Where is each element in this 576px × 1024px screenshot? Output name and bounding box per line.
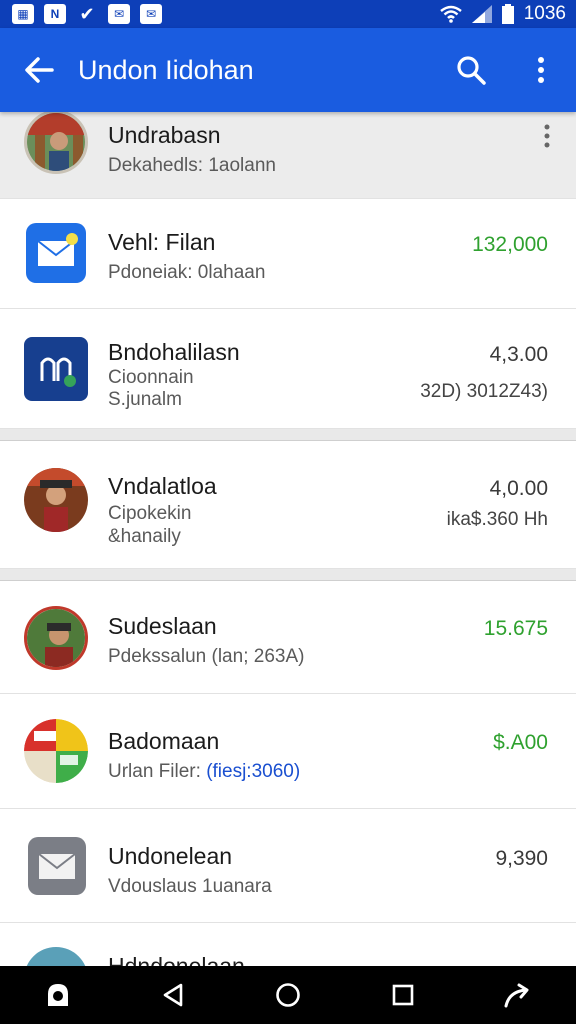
bank-app-icon bbox=[24, 337, 88, 401]
qr-icon: ▦ bbox=[12, 4, 34, 24]
page-title: Undon Iidohan bbox=[78, 54, 254, 85]
list-item[interactable]: Sudeslaan Pdekssalun (lan; 263A) 15.675 bbox=[0, 581, 576, 694]
item-subtitle: Vdouslaus 1uanara bbox=[108, 876, 272, 897]
item-amount: 4,3.00 bbox=[489, 343, 548, 366]
avatar bbox=[24, 947, 88, 966]
n-icon: N bbox=[44, 4, 66, 24]
item-amount: 132,000 bbox=[472, 233, 548, 256]
search-icon bbox=[457, 56, 486, 85]
section-divider bbox=[0, 429, 576, 441]
transaction-list: Undrabasn Dekahedls: 1aolann Vehl: Filan… bbox=[0, 112, 576, 966]
list-item[interactable]: Undrabasn Dekahedls: 1aolann bbox=[0, 112, 576, 199]
app-bar: Undon Iidohan bbox=[0, 28, 576, 112]
item-subtitle: Pdekssalun (lan; 263A) bbox=[108, 646, 305, 667]
search-button[interactable] bbox=[436, 55, 506, 85]
item-title: Vehl: Filan bbox=[108, 229, 216, 255]
avatar bbox=[24, 606, 88, 670]
arrow-back-icon bbox=[25, 57, 54, 83]
section-divider bbox=[0, 569, 576, 581]
item-subtitle-line2: S.junalm bbox=[108, 389, 182, 410]
list-item[interactable]: Undonelean Vdouslaus 1uanara 9,390 bbox=[0, 809, 576, 923]
list-item[interactable]: Vehl: Filan Pdoneiak: 0lahaan 132,000 bbox=[0, 199, 576, 309]
chart-app-icon bbox=[24, 719, 88, 783]
item-title: Vndalatloa bbox=[108, 473, 217, 499]
item-subtitle-line2: &hanaily bbox=[108, 526, 181, 547]
item-amount: 4,0.00 bbox=[489, 477, 548, 500]
item-overflow-button[interactable] bbox=[544, 124, 550, 153]
triangle-back-icon bbox=[163, 983, 183, 1007]
more-vert-icon bbox=[544, 124, 550, 148]
avatar bbox=[24, 468, 88, 532]
mail-app-icon bbox=[28, 837, 86, 895]
item-sub-amount: ika$.360 Hh bbox=[446, 509, 548, 530]
item-sub-amount: 32D) 3012Z43) bbox=[420, 381, 548, 402]
item-title: Undonelean bbox=[108, 843, 233, 869]
square-recents-icon bbox=[392, 984, 414, 1006]
assistant-icon bbox=[47, 984, 68, 1006]
mail-icon: ✉ bbox=[108, 4, 130, 24]
list-item[interactable]: Hdndonelaan bbox=[0, 923, 576, 966]
item-amount: 15.675 bbox=[483, 617, 548, 640]
assistant-button[interactable] bbox=[34, 971, 82, 1019]
share-button[interactable] bbox=[494, 971, 542, 1019]
list-item[interactable]: Badomaan Urlan Filer: (fiesj:3060) $.A00 bbox=[0, 694, 576, 809]
item-subtitle: Dekahedls: 1aolann bbox=[108, 155, 276, 176]
wifi-icon bbox=[439, 5, 462, 23]
mail-app-icon bbox=[26, 223, 86, 283]
item-subtitle-text: Urlan Filer: bbox=[108, 761, 207, 782]
check-icon: ✔ bbox=[79, 3, 95, 24]
item-title: Bndohalilasn bbox=[108, 339, 240, 365]
battery-icon bbox=[501, 4, 514, 24]
status-bar: ▦ N ✔ ✉ ✉ 1036 bbox=[0, 0, 576, 28]
item-title: Badomaan bbox=[108, 728, 220, 754]
overflow-menu-button[interactable] bbox=[506, 56, 576, 84]
recents-button[interactable] bbox=[379, 971, 427, 1019]
signal-icon bbox=[471, 5, 492, 23]
more-vert-icon bbox=[538, 57, 544, 83]
avatar bbox=[24, 112, 88, 174]
item-subtitle-line1: Cioonnain bbox=[108, 367, 194, 388]
item-title: Hdndonelaan bbox=[108, 953, 245, 966]
item-amount: 9,390 bbox=[495, 847, 548, 870]
share-arrow-icon bbox=[504, 983, 529, 1008]
back-nav-button[interactable] bbox=[149, 971, 197, 1019]
item-subtitle-link[interactable]: (fiesj:3060) bbox=[206, 761, 300, 782]
item-amount: $.A00 bbox=[493, 731, 548, 754]
mail-icon: ✉ bbox=[140, 4, 162, 24]
list-item[interactable]: Bndohalilasn Cioonnain S.junalm 4,3.00 3… bbox=[0, 309, 576, 429]
item-subtitle: Pdoneiak: 0lahaan bbox=[108, 262, 266, 283]
home-button[interactable] bbox=[264, 971, 312, 1019]
navigation-bar bbox=[0, 966, 576, 1024]
status-time: 1036 bbox=[523, 3, 566, 24]
back-button[interactable] bbox=[0, 57, 78, 83]
item-title: Sudeslaan bbox=[108, 613, 217, 639]
item-title: Undrabasn bbox=[108, 122, 221, 148]
circle-home-icon bbox=[276, 983, 300, 1007]
list-item[interactable]: Vndalatloa Cipokekin &hanaily 4,0.00 ika… bbox=[0, 441, 576, 569]
item-subtitle-line1: Cipokekin bbox=[108, 503, 192, 524]
item-subtitle: Urlan Filer: (fiesj:3060) bbox=[108, 761, 300, 783]
notification-icons: ▦ N ✔ ✉ ✉ bbox=[0, 4, 162, 24]
